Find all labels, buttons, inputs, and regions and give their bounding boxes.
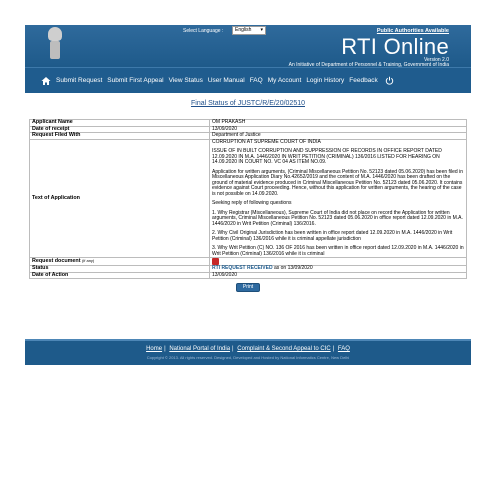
request-document-note: (if any)	[82, 258, 95, 263]
date-of-action-value: 13/09/2020	[209, 271, 467, 280]
status-value: RTI REQUEST RECEIVED	[212, 265, 273, 272]
text-of-application-value: CORRUPTION AT SUPREME COURT OF INDIA ISS…	[209, 138, 467, 258]
registration-number: JUSTC/R/E/20/02510	[237, 100, 305, 107]
main-content: Final Status of JUSTC/R/E/20/02510 Appli…	[25, 93, 471, 329]
nav-feedback[interactable]: Feedback	[349, 77, 378, 84]
page-title: Final Status of JUSTC/R/E/20/02510	[27, 93, 469, 119]
nav-submit-first-appeal[interactable]: Submit First Appeal	[107, 77, 163, 84]
footer-links: Home | National Portal of India | Complain…	[146, 346, 350, 352]
logout-power-icon[interactable]	[385, 76, 394, 85]
table-row: Text of Application CORRUPTION AT SUPREM…	[29, 138, 467, 258]
application-paragraph: 1. Why Registrar (Miscellaneous), Suprem…	[212, 209, 463, 227]
select-language-label: Select Language :	[183, 28, 224, 34]
pdf-document-icon[interactable]	[212, 258, 219, 265]
application-paragraph: 3. Why Writ Petition (C) NO. 136 OF 2016…	[212, 245, 464, 257]
language-select[interactable]: English ▾	[232, 26, 266, 35]
application-paragraph: 2. Why Civil Original Jurisdiction has b…	[212, 230, 453, 242]
application-paragraph: CORRUPTION AT SUPREME COURT OF INDIA	[212, 138, 321, 145]
request-document-label: Request document (if any)	[29, 256, 210, 267]
page-wrapper: Select Language : English ▾ Public Autho…	[25, 25, 471, 365]
site-footer: Home | National Portal of India | Complain…	[25, 339, 471, 365]
application-paragraph: Application for written arguments, (Crim…	[212, 168, 463, 197]
tagline: An Initiative of Department of Personnel…	[288, 62, 449, 68]
request-document-label-text: Request document	[32, 258, 81, 264]
footer-faq-link[interactable]: FAQ	[338, 346, 350, 352]
table-row: Date of Action 13/09/2020	[29, 271, 467, 280]
nav-faq[interactable]: FAQ	[250, 77, 263, 84]
language-select-value: English	[235, 27, 252, 33]
main-nav: Submit Request Submit First Appeal View …	[25, 67, 471, 93]
status-table: Applicant Name OM PRAKASH Date of receip…	[29, 119, 467, 280]
national-emblem-icon	[45, 27, 65, 63]
footer-complaint-link[interactable]: Complaint & Second Appeal to CIC	[237, 346, 330, 352]
nav-my-account[interactable]: My Account	[268, 77, 302, 84]
footer-portal-link[interactable]: National Portal of India	[169, 346, 230, 352]
nav-view-status[interactable]: View Status	[169, 77, 203, 84]
nav-user-manual[interactable]: User Manual	[208, 77, 245, 84]
application-paragraph: ISSUE OF IN BUILT CORRUPTION AND SUPPRES…	[212, 148, 442, 165]
home-icon[interactable]	[41, 76, 51, 86]
title-prefix: Final Status of	[190, 100, 238, 107]
nav-login-history[interactable]: Login History	[306, 77, 344, 84]
application-paragraph: Seeking reply of following questions	[212, 200, 292, 206]
brand-title: RTI Online	[341, 34, 449, 59]
text-of-application-label: Text of Application	[29, 138, 210, 258]
status-date: as on 13/09/2020	[272, 265, 313, 272]
print-button[interactable]: Print	[236, 283, 260, 293]
chevron-down-icon: ▾	[260, 27, 263, 33]
footer-home-link[interactable]: Home	[146, 346, 162, 352]
site-header: Select Language : English ▾ Public Autho…	[25, 25, 471, 68]
nav-submit-request[interactable]: Submit Request	[56, 77, 102, 84]
date-of-action-label: Date of Action	[29, 271, 210, 280]
copyright-text: Copyright © 2013. All rights reserved. D…	[146, 355, 350, 360]
